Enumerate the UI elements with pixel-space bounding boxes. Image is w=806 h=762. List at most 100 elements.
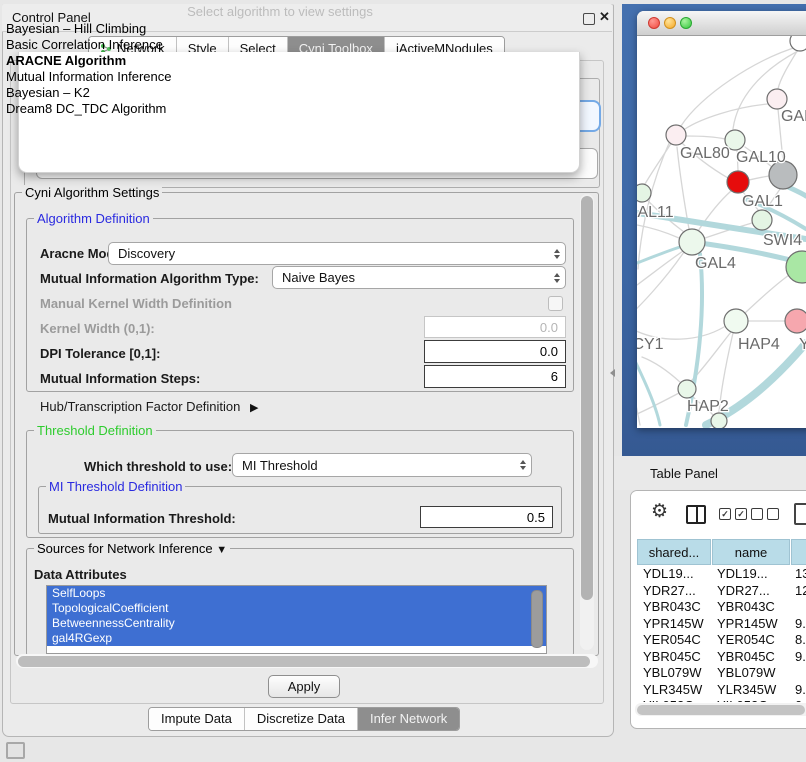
network-edge[interactable] — [686, 136, 725, 139]
settings-vertical-scrollbar-thumb[interactable] — [581, 196, 593, 600]
attribute-item[interactable]: TopologicalCoefficient — [47, 601, 546, 616]
network-node[interactable] — [711, 413, 727, 428]
attr-list-scrollbar[interactable] — [531, 590, 543, 648]
table-row[interactable]: YBL079WYBL079W — [637, 665, 806, 682]
network-edge[interactable] — [637, 393, 679, 414]
table-cell: YDL19... — [711, 566, 789, 583]
settings-horizontal-scrollbar-thumb[interactable] — [18, 656, 590, 667]
attribute-item[interactable]: SelfLoops — [47, 586, 546, 601]
gear-icon[interactable]: ⚙ — [651, 502, 668, 522]
node-label: Y — [799, 336, 806, 353]
attribute-item[interactable]: BetweennessCentrality — [47, 616, 546, 631]
manual-kernel-checkbox[interactable] — [548, 296, 563, 311]
column-header[interactable]: name — [712, 539, 790, 565]
table-row[interactable]: YER054CYER054C8. — [637, 632, 806, 649]
table-cell: YBL079W — [637, 665, 711, 682]
algorithm-option[interactable]: Dream8 DC_TDC Algorithm — [4, 101, 556, 117]
network-node-swi4[interactable] — [752, 210, 772, 230]
network-node-gal80[interactable] — [666, 125, 686, 145]
table-cell — [789, 665, 806, 682]
node-label: GAL4 — [695, 255, 736, 272]
table-row[interactable]: YBR045CYBR045C9. — [637, 649, 806, 666]
algorithm-option[interactable]: Basic Correlation Inference — [4, 37, 556, 53]
split-columns-icon[interactable] — [686, 505, 706, 524]
table-cell: 9. — [789, 616, 806, 633]
bottom-tab-infer-network[interactable]: Infer Network — [357, 708, 459, 730]
float-panel-icon[interactable] — [583, 13, 595, 25]
hub-section-label[interactable]: Hub/Transcription Factor Definition ▶ — [40, 399, 258, 414]
table-row[interactable]: YBR043CYBR043C — [637, 599, 806, 616]
algorithm-option[interactable]: Mutual Information Inference — [4, 69, 556, 85]
column-header[interactable] — [791, 539, 806, 565]
bottom-tab-discretize-data[interactable]: Discretize Data — [244, 708, 357, 730]
data-attributes-list[interactable]: SelfLoopsTopologicalCoefficientBetweenne… — [46, 585, 547, 654]
network-edge[interactable] — [642, 357, 681, 383]
minimize-window-icon[interactable] — [664, 17, 676, 29]
network-node-hap4[interactable] — [724, 309, 748, 333]
network-node-gal[interactable] — [767, 89, 787, 109]
network-edge[interactable] — [685, 104, 768, 129]
kernel-width-field[interactable]: 0.0 — [424, 316, 566, 338]
table-horizontal-scrollbar[interactable] — [635, 703, 806, 716]
network-node-gal4[interactable] — [679, 229, 705, 255]
combo-arrows-icon — [554, 273, 560, 283]
network-edge[interactable] — [778, 48, 799, 89]
network-node-y[interactable] — [785, 309, 806, 333]
table-row[interactable]: YLR345WYLR345W9. — [637, 682, 806, 699]
table-cell: YDR27... — [637, 583, 711, 600]
expander-collapsed-icon[interactable]: ▶ — [250, 402, 258, 414]
attribute-item[interactable]: gal4RGexp — [47, 631, 546, 646]
table-row[interactable]: YPR145WYPR145W9. — [637, 616, 806, 633]
algorithm-option[interactable]: Bayesian – K2 — [4, 85, 556, 101]
unchecked-box-icon — [751, 508, 763, 520]
aracne-mode-combobox[interactable]: Discovery — [108, 242, 566, 265]
column-header[interactable]: shared... — [637, 539, 711, 565]
panel-splitter-handle[interactable] — [610, 369, 615, 377]
kernel-width-label: Kernel Width (0,1): — [40, 321, 155, 336]
node-label: SWI4 — [763, 232, 802, 249]
network-node[interactable] — [786, 251, 806, 283]
bottom-tab-bar: Impute DataDiscretize DataInfer Network — [148, 707, 460, 731]
data-attributes-label: Data Attributes — [34, 567, 127, 582]
network-node-gal11[interactable] — [637, 184, 651, 202]
network-edge[interactable] — [645, 142, 672, 184]
select-all-icon[interactable]: ✓ ✓ — [719, 508, 747, 520]
node-label: GCY1 — [637, 336, 664, 353]
network-canvas[interactable]: GALGAL80GAL10GAL1GAL11SWI4GAL4GCY1HAP4YH… — [637, 36, 806, 428]
table-horizontal-scrollbar-thumb[interactable] — [637, 705, 805, 715]
zoom-window-icon[interactable] — [680, 17, 692, 29]
cyni-algorithm-settings-title: Cyni Algorithm Settings — [22, 185, 162, 200]
mi-threshold-field[interactable]: 0.5 — [420, 506, 553, 528]
network-edge[interactable] — [749, 176, 769, 180]
network-window-titlebar[interactable] — [637, 11, 806, 36]
panel-toggle-icon[interactable] — [6, 742, 25, 759]
dpi-tolerance-label: DPI Tolerance [0,1]: — [40, 346, 160, 361]
expander-expanded-icon[interactable]: ▼ — [216, 544, 227, 556]
network-edge[interactable] — [637, 251, 683, 285]
network-window[interactable]: GALGAL80GAL10GAL1GAL11SWI4GAL4GCY1HAP4YH… — [637, 11, 806, 428]
table-row[interactable]: YDR27...YDR27...12 — [637, 583, 806, 600]
network-edge[interactable] — [745, 275, 789, 313]
dpi-tolerance-field[interactable]: 0.0 — [424, 340, 566, 363]
deselect-all-icon[interactable] — [751, 508, 779, 520]
network-node-hap2[interactable] — [678, 380, 696, 398]
new-table-icon[interactable] — [794, 503, 806, 525]
network-node-gal1[interactable] — [727, 171, 749, 193]
algorithm-option[interactable]: ARACNE Algorithm — [4, 53, 556, 69]
which-threshold-combobox[interactable]: MI Threshold — [232, 453, 532, 477]
algorithm-dropdown-list: Bayesian – Hill ClimbingBasic Correlatio… — [4, 21, 556, 117]
table-cell: YDR27... — [711, 583, 789, 600]
network-edge[interactable] — [637, 246, 683, 263]
apply-button[interactable]: Apply — [268, 675, 340, 698]
table-row[interactable]: YIL052CYIL052C0 — [637, 698, 806, 702]
mi-threshold-label: Mutual Information Threshold: — [48, 511, 236, 526]
node-label: GAL1 — [742, 193, 783, 210]
table-row[interactable]: YDL19...YDL19...13 — [637, 566, 806, 583]
mi-type-combobox[interactable]: Naive Bayes — [272, 266, 566, 289]
close-window-icon[interactable] — [648, 17, 660, 29]
node-label: GAL80 — [680, 145, 730, 162]
close-panel-icon[interactable]: ✕ — [599, 9, 610, 25]
algorithm-option[interactable]: Bayesian – Hill Climbing — [4, 21, 556, 37]
mi-steps-field[interactable]: 6 — [424, 365, 566, 388]
bottom-tab-impute-data[interactable]: Impute Data — [149, 708, 244, 730]
